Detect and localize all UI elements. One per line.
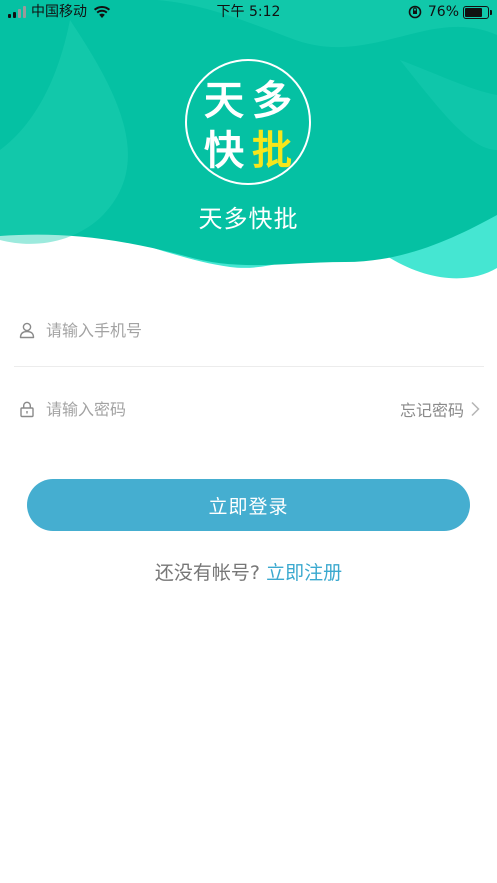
battery-percent: 76%: [427, 4, 459, 20]
login-screen: 天 多 快 批 天多快批 中国移动 下午 5:12 76% 请输入手机号 忘记密…: [0, 0, 497, 883]
user-icon: [19, 322, 35, 339]
status-right: 76%: [408, 3, 492, 21]
logo-char-3: 快: [204, 128, 244, 174]
orientation-lock-icon: [408, 5, 422, 19]
phone-field: [14, 300, 484, 360]
forgot-password-link[interactable]: 忘记密码: [400, 397, 480, 421]
logo-char-4: 批: [252, 128, 292, 174]
logo-char-1: 天: [204, 78, 244, 124]
register-prompt: 还没有帐号?: [154, 562, 261, 584]
status-bar: 中国移动 下午 5:12 76%: [0, 0, 497, 24]
phone-input[interactable]: [46, 320, 484, 340]
battery-icon: [463, 5, 492, 19]
chevron-right-icon: [471, 401, 480, 417]
register-link[interactable]: 立即注册: [266, 562, 342, 584]
password-field: 忘记密码: [14, 379, 484, 439]
login-button[interactable]: 立即登录: [27, 479, 470, 531]
app-logo: 天 多 快 批: [185, 59, 311, 185]
forgot-password-label: 忘记密码: [399, 401, 464, 420]
password-input[interactable]: [46, 399, 400, 419]
logo-char-2: 多: [252, 78, 292, 124]
register-row: 还没有帐号? 立即注册: [0, 558, 497, 588]
app-name: 天多快批: [198, 205, 299, 233]
battery-fill: [465, 7, 482, 17]
header-banner: 天 多 快 批 天多快批: [0, 0, 497, 290]
phone-divider: [14, 366, 484, 367]
lock-icon: [20, 401, 34, 418]
